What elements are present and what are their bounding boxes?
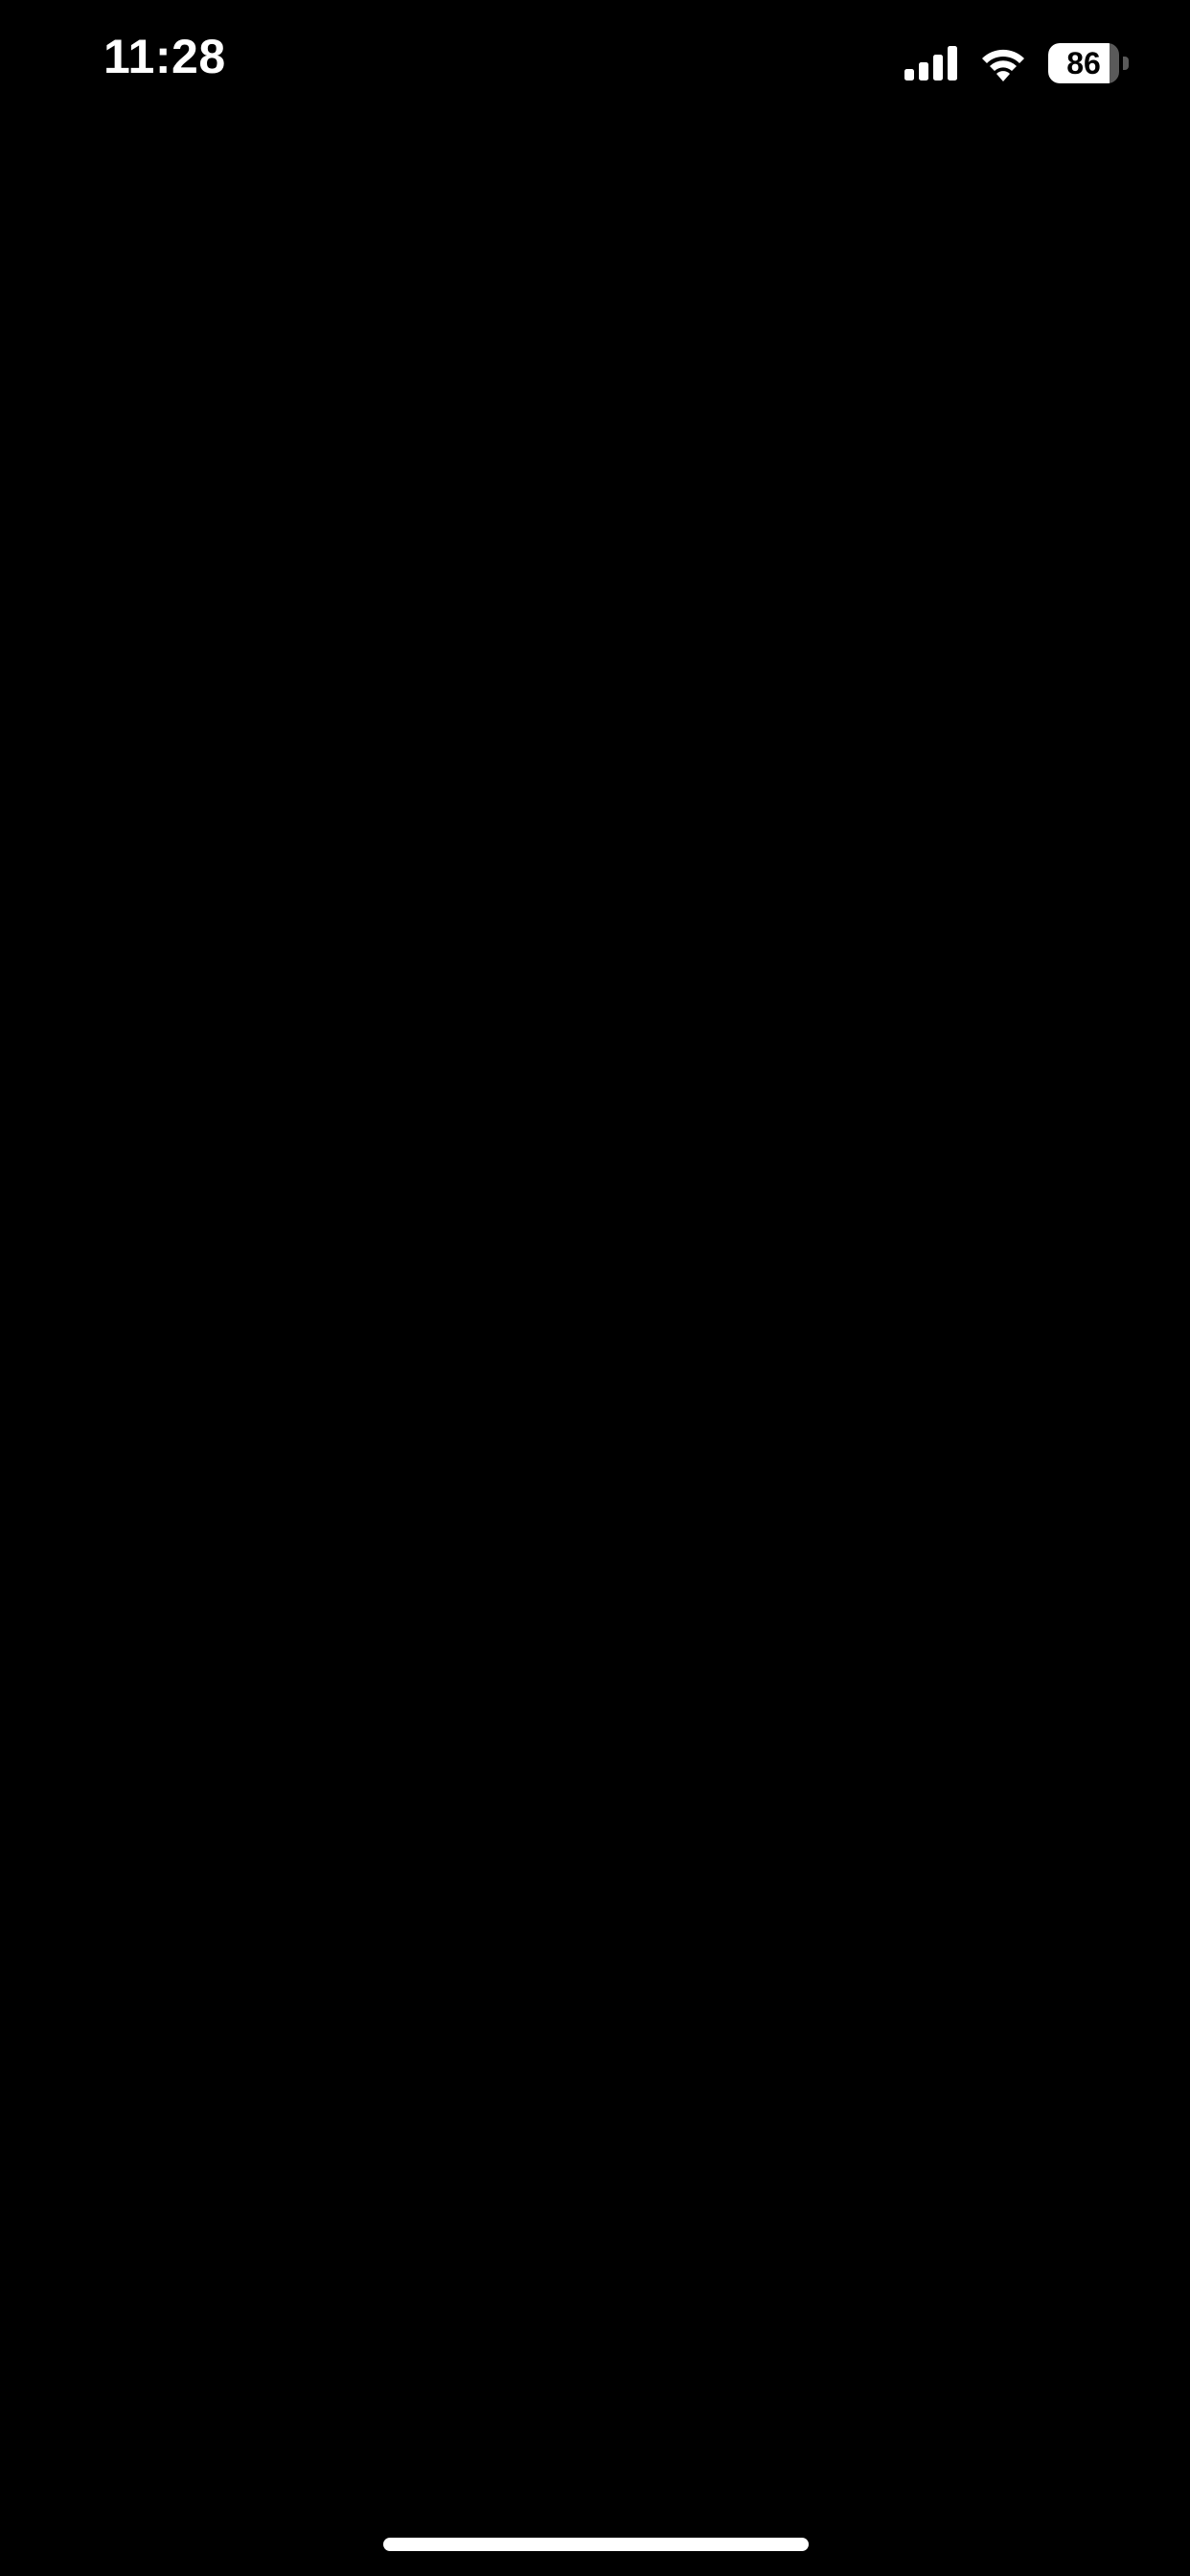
wifi-icon [979,45,1027,81]
app-screen: 11:28 86 [0,0,1190,2576]
battery-body: 86 [1048,43,1119,83]
status-icons: 86 [904,42,1129,84]
battery-cap [1123,57,1129,70]
cellular-signal-icon [904,46,958,80]
status-bar: 11:28 86 [0,0,1190,134]
battery-icon: 86 [1048,43,1129,83]
status-time: 11:28 [103,30,226,83]
battery-level-text: 86 [1066,46,1101,80]
home-indicator[interactable] [383,2538,809,2551]
